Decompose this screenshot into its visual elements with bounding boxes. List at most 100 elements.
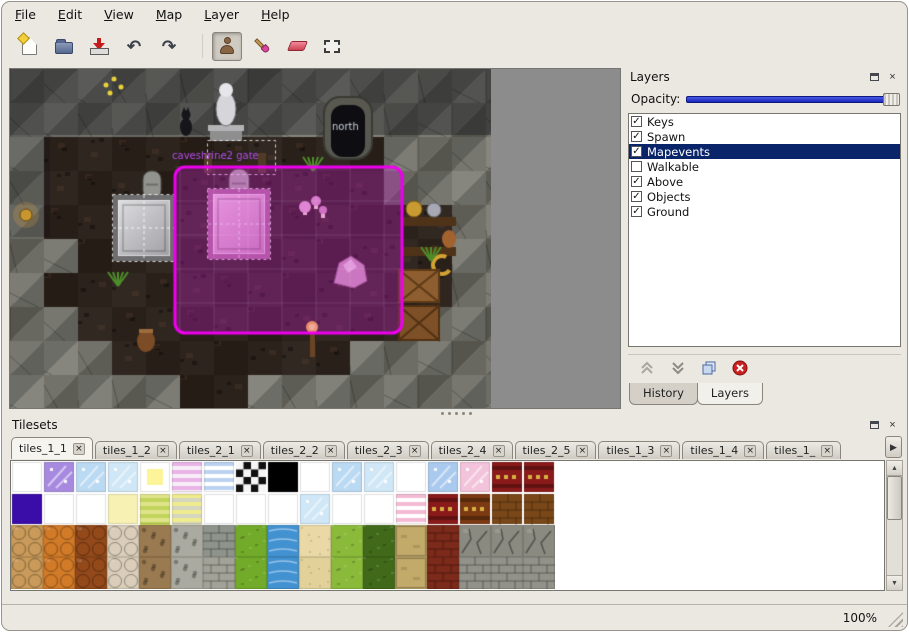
tileset-tab-tiles_1_1[interactable]: tiles_1_1× xyxy=(11,437,93,459)
brush-tool-button[interactable] xyxy=(247,32,277,61)
undo-button[interactable]: ↶ xyxy=(119,32,149,61)
tileset-tab-tiles_1_[interactable]: tiles_1_ × xyxy=(766,441,841,459)
tileset-tab-tiles_2_1[interactable]: tiles_2_1 × xyxy=(179,441,261,459)
tileset-tab-tiles_2_5[interactable]: tiles_2_5 × xyxy=(515,441,597,459)
tileset-tab-tiles_2_4[interactable]: tiles_2_4× xyxy=(431,441,513,459)
layer-row-above[interactable]: ✓Above xyxy=(629,174,900,189)
move-layer-up-button[interactable] xyxy=(638,359,656,377)
opacity-slider-track xyxy=(686,96,898,103)
redo-button[interactable]: ↷ xyxy=(154,32,184,61)
tab-close-icon[interactable]: × xyxy=(325,445,337,457)
menu-edit[interactable]: Edit xyxy=(55,5,85,24)
person-stamp-icon xyxy=(219,37,236,55)
opacity-row: Opacity: xyxy=(631,89,900,109)
layer-list: ✓Keys✓Spawn✓MapeventsWalkable✓Above✓Obje… xyxy=(628,113,901,347)
move-layer-down-button[interactable] xyxy=(669,359,687,377)
tab-close-icon[interactable]: × xyxy=(576,445,588,457)
chevrons-down-icon xyxy=(670,360,686,376)
layer-row-keys[interactable]: ✓Keys xyxy=(629,114,900,129)
close-icon: × xyxy=(889,420,895,431)
layer-row-mapevents[interactable]: ✓Mapevents xyxy=(629,144,900,159)
layer-row-ground[interactable]: ✓Ground xyxy=(629,204,900,219)
menu-layer[interactable]: Layer xyxy=(201,5,242,24)
selection-marquee-icon xyxy=(324,40,340,53)
map-viewport[interactable] xyxy=(9,68,621,409)
open-button[interactable] xyxy=(49,32,79,61)
scroll-up-button[interactable]: ▲ xyxy=(887,461,902,476)
tab-close-icon[interactable]: × xyxy=(73,443,85,455)
scroll-down-button[interactable]: ▼ xyxy=(887,575,902,590)
tileset-tab-tiles_2_2[interactable]: tiles_2_2× xyxy=(263,441,345,459)
float-icon xyxy=(870,421,879,429)
select-tool-button[interactable] xyxy=(317,32,347,61)
eraser-tool-button[interactable] xyxy=(282,32,312,61)
tab-close-icon[interactable]: × xyxy=(493,445,505,457)
tilesets-panel-header: Tilesets × xyxy=(9,416,903,434)
layer-visibility-checkbox[interactable]: ✓ xyxy=(631,206,642,217)
tileset-view[interactable] xyxy=(10,460,885,591)
eraser-icon xyxy=(286,41,307,51)
tileset-tab-bar: tiles_1_1×tiles_1_2×tiles_2_1×tiles_2_2×… xyxy=(11,434,881,459)
tileset-tab-label: tiles_1_4 xyxy=(690,444,738,457)
stamp-tool-button[interactable] xyxy=(212,32,242,61)
new-file-button[interactable] xyxy=(14,32,44,61)
tileset-tab-tiles_1_4[interactable]: tiles_1_4 × xyxy=(682,441,764,459)
tab-close-icon[interactable]: × xyxy=(744,445,756,457)
layer-name: Spawn xyxy=(647,130,685,144)
delete-icon xyxy=(732,360,748,376)
toolbar: ↶ ↷ xyxy=(6,28,903,64)
tab-close-icon[interactable]: × xyxy=(157,445,169,457)
tilesets-close-button[interactable]: × xyxy=(885,418,900,432)
app-window: File Edit View Map Layer Help ↶ ↷ Layers × Op… xyxy=(1,1,908,631)
menu-bar: File Edit View Map Layer Help xyxy=(2,2,907,26)
save-button[interactable] xyxy=(84,32,114,61)
splitter-grip xyxy=(455,412,458,415)
layer-row-objects[interactable]: ✓ Objects xyxy=(629,189,900,204)
float-icon xyxy=(870,73,879,81)
opacity-slider-handle[interactable] xyxy=(883,93,900,106)
opacity-slider[interactable] xyxy=(686,91,900,108)
tileset-tab-tiles_1_2[interactable]: tiles_1_2× xyxy=(95,441,177,459)
layer-actions xyxy=(628,354,901,381)
tilesets-panel-title: Tilesets xyxy=(12,418,58,432)
tileset-tabs-scroll-right-button[interactable]: ▶ xyxy=(885,436,902,458)
tileset-vertical-scrollbar[interactable]: ▲ ▼ xyxy=(886,460,903,591)
scrollbar-thumb[interactable] xyxy=(887,476,902,520)
tab-close-icon[interactable]: × xyxy=(821,445,833,457)
tileset-tab-label: tiles_2_1 xyxy=(187,444,235,457)
delete-layer-button[interactable] xyxy=(731,359,749,377)
map-canvas[interactable] xyxy=(10,69,491,408)
tileset-tab-label: tiles_1_ xyxy=(774,444,815,457)
tilesets-float-button[interactable] xyxy=(867,418,882,432)
layer-visibility-checkbox[interactable]: ✓ xyxy=(631,116,642,127)
menu-view[interactable]: View xyxy=(101,5,137,24)
layer-visibility-checkbox[interactable]: ✓ xyxy=(631,176,642,187)
layer-visibility-checkbox[interactable]: ✓ xyxy=(631,146,642,157)
tileset-tab-label: tiles_2_5 xyxy=(523,444,571,457)
menu-map[interactable]: Map xyxy=(153,5,185,24)
duplicate-icon xyxy=(701,360,717,376)
tab-close-icon[interactable]: × xyxy=(409,445,421,457)
tileset-tab-tiles_1_3[interactable]: tiles_1_3× xyxy=(598,441,680,459)
layers-panel-header: Layers × xyxy=(627,68,903,86)
tileset-canvas[interactable] xyxy=(11,461,555,589)
layers-close-button[interactable]: × xyxy=(885,70,900,84)
layer-visibility-checkbox[interactable]: ✓ xyxy=(631,191,642,202)
layers-panel: Layers × Opacity: ✓Keys✓Spawn✓MapeventsW… xyxy=(627,68,903,410)
layer-visibility-checkbox[interactable] xyxy=(631,161,642,172)
tab-close-icon[interactable]: × xyxy=(660,445,672,457)
layer-name: Objects xyxy=(647,190,690,204)
panel-tab-layers[interactable]: Layers xyxy=(697,383,763,405)
duplicate-layer-button[interactable] xyxy=(700,359,718,377)
menu-file[interactable]: File xyxy=(12,5,39,24)
resize-grip[interactable] xyxy=(888,612,903,627)
tileset-tab-tiles_2_3[interactable]: tiles_2_3× xyxy=(347,441,429,459)
layers-float-button[interactable] xyxy=(867,70,882,84)
menu-help[interactable]: Help xyxy=(258,5,293,24)
layer-visibility-checkbox[interactable]: ✓ xyxy=(631,131,642,142)
tab-close-icon[interactable]: × xyxy=(241,445,253,457)
scrollbar-track[interactable] xyxy=(887,476,902,575)
panel-tab-history[interactable]: History xyxy=(629,383,698,405)
layer-row-walkable[interactable]: Walkable xyxy=(629,159,900,174)
layer-row-spawn[interactable]: ✓ Spawn xyxy=(629,129,900,144)
